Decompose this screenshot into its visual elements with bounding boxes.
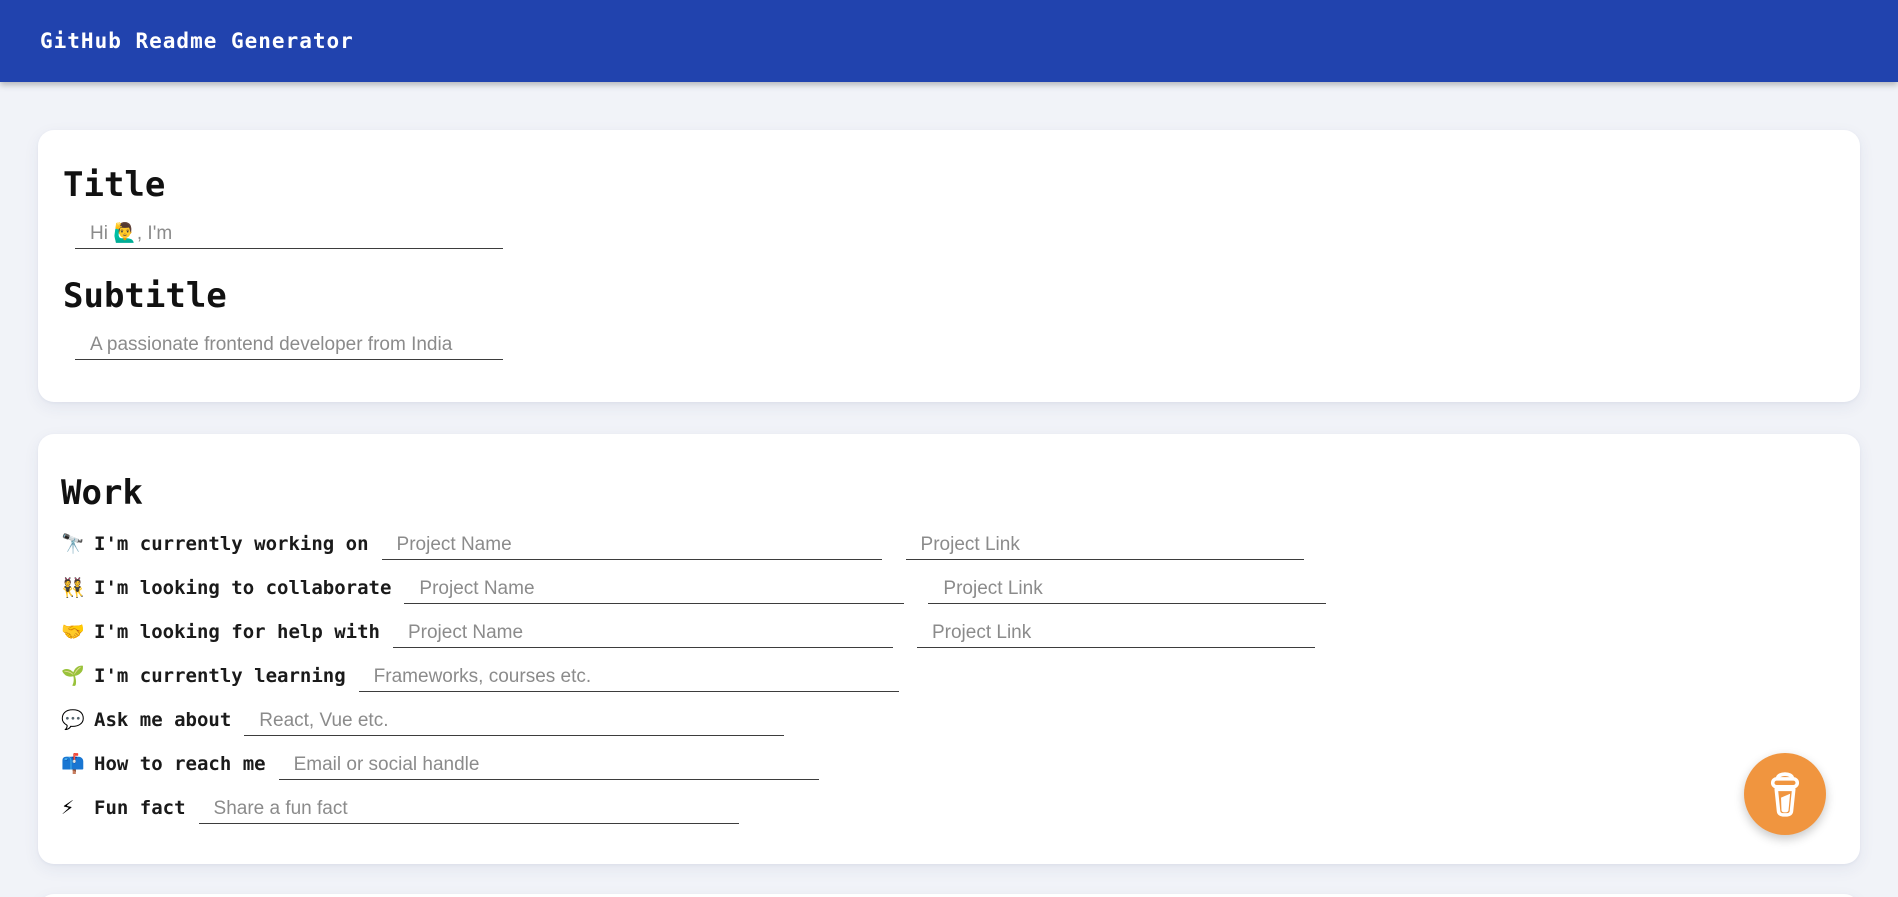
title-heading: Title	[63, 166, 1820, 205]
work-row: ⚡Fun fact	[61, 796, 1820, 824]
work-row: 🔭I'm currently working on	[61, 532, 1820, 560]
collaborate-project-link-input[interactable]	[928, 576, 1326, 604]
collaborate-project-name-input[interactable]	[404, 576, 904, 604]
work-row-label: How to reach me	[94, 753, 266, 775]
work-heading: Work	[61, 474, 1820, 513]
work-row-label: I'm currently working on	[94, 533, 369, 555]
help-with-project-link-input[interactable]	[917, 620, 1315, 648]
work-row: 📫How to reach me	[61, 752, 1820, 780]
work-rows: 🔭I'm currently working on 👯I'm looking to…	[61, 532, 1820, 824]
people-dancing-icon: 👯	[61, 579, 94, 598]
app-header: GitHub Readme Generator	[0, 0, 1898, 82]
work-row: 🤝I'm looking for help with	[61, 620, 1820, 648]
lightning-bolt-icon: ⚡	[61, 799, 94, 818]
seedling-icon: 🌱	[61, 667, 94, 686]
speech-balloon-icon: 💬	[61, 711, 94, 730]
work-card: Work 🔭I'm currently working on👯I'm looki…	[38, 434, 1860, 864]
handshake-icon: 🤝	[61, 623, 94, 642]
subtitle-heading: Subtitle	[63, 277, 1820, 316]
work-row-label: I'm looking to collaborate	[94, 577, 391, 599]
mailbox-icon: 📫	[61, 755, 94, 774]
currently-working-on-project-name-input[interactable]	[382, 532, 882, 560]
work-row: 🌱I'm currently learning	[61, 664, 1820, 692]
work-row-label: I'm currently learning	[94, 665, 346, 687]
how-to-reach-me-input[interactable]	[279, 752, 819, 780]
buy-me-a-coffee-button[interactable]	[1744, 753, 1826, 835]
work-row-label: Fun fact	[94, 797, 186, 819]
coffee-cup-icon	[1763, 769, 1807, 819]
app-title: GitHub Readme Generator	[40, 29, 354, 53]
ask-me-about-input[interactable]	[244, 708, 784, 736]
main-content: Title Subtitle Work 🔭I'm currently worki…	[0, 130, 1898, 897]
work-row: 👯I'm looking to collaborate	[61, 576, 1820, 604]
work-row-label: Ask me about	[94, 709, 231, 731]
currently-working-on-project-link-input[interactable]	[906, 532, 1304, 560]
currently-learning-input[interactable]	[359, 664, 899, 692]
help-with-project-name-input[interactable]	[393, 620, 893, 648]
subtitle-input[interactable]	[75, 332, 503, 360]
intro-card: Title Subtitle	[38, 130, 1860, 402]
title-input[interactable]	[75, 221, 503, 249]
work-row-label: I'm looking for help with	[94, 621, 380, 643]
work-row: 💬Ask me about	[61, 708, 1820, 736]
fun-fact-input[interactable]	[199, 796, 739, 824]
telescope-icon: 🔭	[61, 535, 94, 554]
